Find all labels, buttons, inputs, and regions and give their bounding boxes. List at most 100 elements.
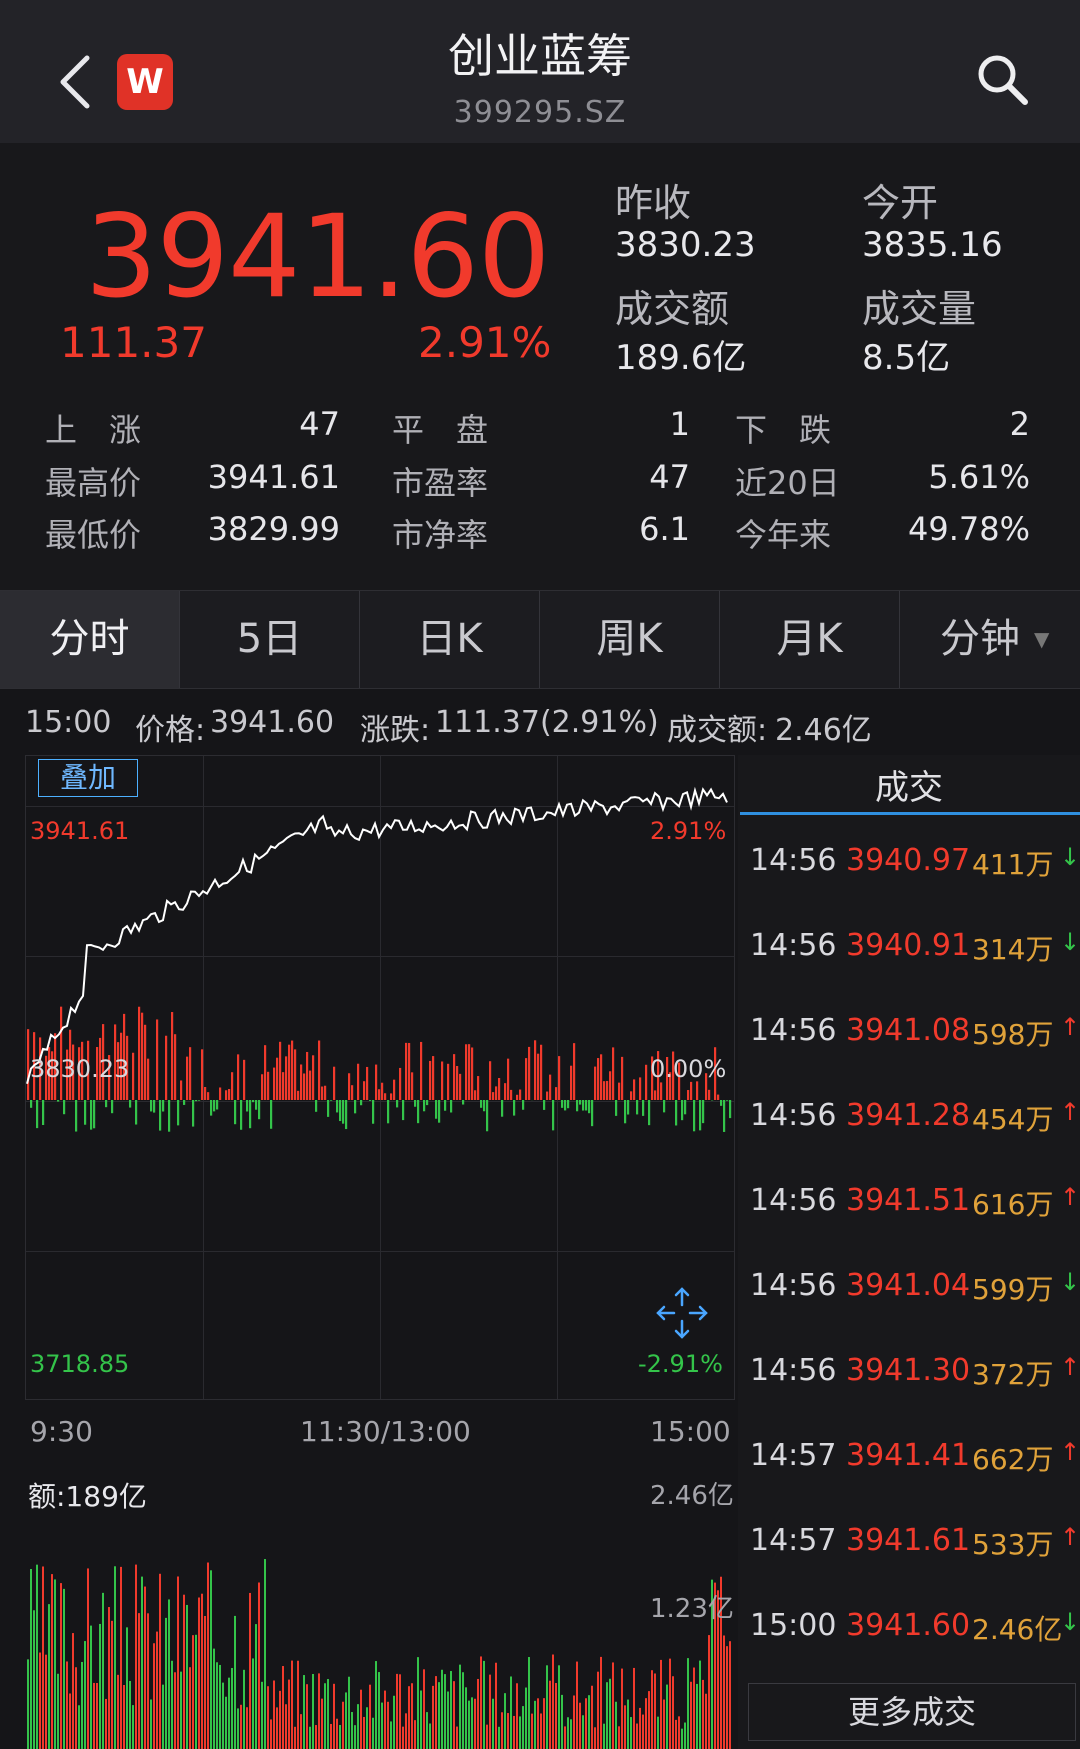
volume-bar [303,1675,305,1749]
volume-bar [129,1680,131,1749]
momentum-bar [288,1044,291,1100]
volume-bar [339,1725,341,1749]
turnover-label: 成交额 [615,287,730,331]
momentum-bar [690,1081,693,1100]
trade-volume: 599万 [972,1273,1054,1306]
volume-bar [144,1586,146,1749]
momentum-bar [180,1080,183,1100]
volume-bar [42,1566,44,1749]
volume-bar [291,1660,293,1749]
momentum-bar [375,1064,378,1100]
open-label: 今开 [862,181,939,225]
volume-bar [102,1592,104,1749]
volume-bar [54,1579,56,1749]
momentum-bar [210,1100,213,1116]
volume-bar [210,1570,212,1749]
volume-bar [351,1712,353,1749]
volume-bar [384,1690,386,1749]
volume-bar [672,1676,674,1749]
volume-bar [549,1680,551,1749]
volume-bar [315,1725,317,1749]
volume-bar [564,1726,566,1749]
volume-bar [681,1728,683,1749]
volume-bar [597,1671,599,1749]
flat-label: 平 盘 [392,411,489,449]
volume-bar [459,1664,461,1749]
volume-bar [513,1715,515,1749]
volume-bar [696,1683,698,1749]
tab-monthly-k[interactable]: 月K [720,591,900,688]
trade-volume: 454万 [972,1103,1054,1136]
momentum-bar [420,1041,423,1100]
momentum-bar [696,1081,699,1100]
volume-bar [702,1679,704,1749]
volume-bar [177,1576,179,1749]
time-mid: 11:30/13:00 [300,1415,471,1448]
momentum-bar [153,1100,156,1113]
volume-bar [90,1625,92,1749]
momentum-bar [411,1072,414,1100]
momentum-bar [723,1100,726,1132]
expand-icon[interactable] [652,1283,712,1343]
rise-value: 47 [299,405,340,443]
tab-intraday[interactable]: 分时 [0,591,180,688]
momentum-bar [543,1100,546,1110]
momentum-bar [537,1053,540,1100]
ytd-value: 49.78% [907,510,1030,548]
pe-value: 47 [649,458,690,496]
volume-bar [705,1693,707,1749]
momentum-bar [129,1100,132,1108]
momentum-bar [477,1076,480,1100]
volume-bar [507,1713,509,1749]
momentum-bar [663,1100,666,1113]
tab-minute[interactable]: 分钟 ▼ [900,591,1080,688]
momentum-bar [258,1100,261,1120]
period-tabs: 分时 5日 日K 周K 月K 分钟 ▼ [0,590,1080,689]
momentum-bar [597,1058,600,1100]
momentum-bar [357,1063,360,1100]
overlay-button[interactable]: 叠加 [38,759,138,797]
high-value: 3941.61 [207,458,340,496]
momentum-bar [438,1100,441,1123]
volume-bar [66,1661,68,1749]
volume-bar [483,1660,485,1749]
volume-bar [414,1720,416,1749]
volume-bar [615,1701,617,1749]
info-price: 3941.60 [210,705,335,740]
tab-daily-k[interactable]: 日K [360,591,540,688]
trade-volume: 598万 [972,1018,1054,1051]
momentum-bar [354,1100,357,1114]
volume-bar [246,1707,248,1749]
volume-bar [603,1723,605,1749]
volume-bar [471,1697,473,1749]
volume-bar [243,1669,245,1749]
volume-bar [588,1695,590,1749]
volume-bar [633,1667,635,1749]
momentum-bar [399,1067,402,1100]
volume-bar [60,1583,62,1749]
volume-bar [126,1627,128,1749]
momentum-bar [294,1049,297,1100]
volume-bar [330,1723,332,1749]
momentum-bar [75,1100,78,1132]
volume-bar [72,1633,74,1749]
volume-bar [474,1698,476,1749]
info-change: 111.37(2.91%) [435,705,659,740]
momentum-bar [549,1074,552,1100]
momentum-bar [312,1055,315,1100]
momentum-bar [291,1040,294,1100]
volume-bar [492,1698,494,1749]
more-trades-button[interactable]: 更多成交 [748,1683,1076,1741]
tab-5day[interactable]: 5日 [180,591,360,688]
momentum-bar [267,1071,270,1100]
volume-bar [150,1699,152,1749]
momentum-bar [183,1100,186,1105]
tab-weekly-k[interactable]: 周K [540,591,720,688]
trade-time: 14:57 [750,1438,837,1473]
search-icon[interactable] [975,52,1031,108]
volume-bar [441,1669,443,1749]
current-price: 3941.60 [85,190,550,323]
momentum-bar [591,1100,594,1127]
trade-row: 14:56 3941.04 599万 ↓ [750,1268,1080,1308]
volume-bar [297,1660,299,1749]
